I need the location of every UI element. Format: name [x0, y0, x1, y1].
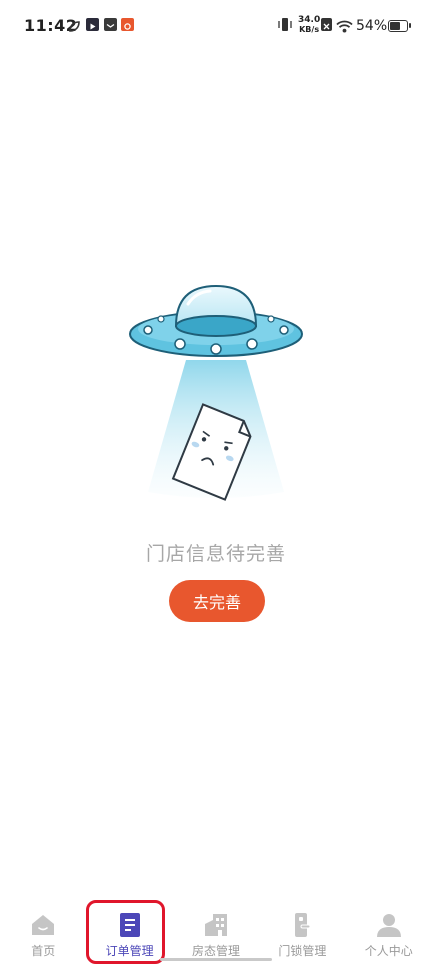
battery-tip — [409, 23, 411, 28]
home-icon — [32, 915, 55, 935]
tab-home-label: 首页 — [31, 944, 56, 958]
leaf-app-icon — [68, 18, 81, 32]
shopping-app-icon — [121, 18, 134, 31]
tab-door-lock[interactable]: 门锁管理 — [259, 904, 345, 964]
building-icon — [204, 914, 227, 936]
mail-app-icon — [104, 18, 117, 31]
ufo-illustration — [126, 282, 306, 502]
active-tab-highlight — [86, 900, 165, 964]
battery-percent: 54% — [356, 18, 388, 34]
tab-profile[interactable]: 个人中心 — [346, 904, 432, 964]
bottom-tab-bar: 首页 订单管理 房态管理 门锁管理 个人中心 — [0, 904, 432, 964]
door-lock-icon — [295, 913, 311, 937]
battery-icon — [388, 20, 408, 32]
tab-home[interactable]: 首页 — [0, 904, 86, 964]
tab-door-lock-label: 门锁管理 — [278, 944, 327, 958]
person-icon — [376, 914, 401, 937]
no-sim-icon — [321, 18, 332, 31]
tab-room-status[interactable]: 房态管理 — [173, 904, 259, 964]
tab-room-status-label: 房态管理 — [191, 944, 240, 958]
net-speed: 34.0 KB/s — [298, 15, 321, 35]
tab-profile-label: 个人中心 — [364, 944, 413, 958]
net-speed-value: 34.0 — [298, 15, 321, 25]
complete-info-button[interactable]: 去完善 — [169, 580, 265, 622]
play-app-icon — [86, 18, 99, 31]
wifi-icon — [336, 18, 353, 37]
home-indicator[interactable] — [160, 958, 272, 961]
empty-state-message: 门店信息待完善 — [145, 543, 286, 565]
net-speed-unit: KB/s — [299, 25, 320, 34]
status-bar: 11:42 34.0 KB/s 54% — [0, 0, 432, 50]
vibrate-icon — [278, 17, 292, 36]
